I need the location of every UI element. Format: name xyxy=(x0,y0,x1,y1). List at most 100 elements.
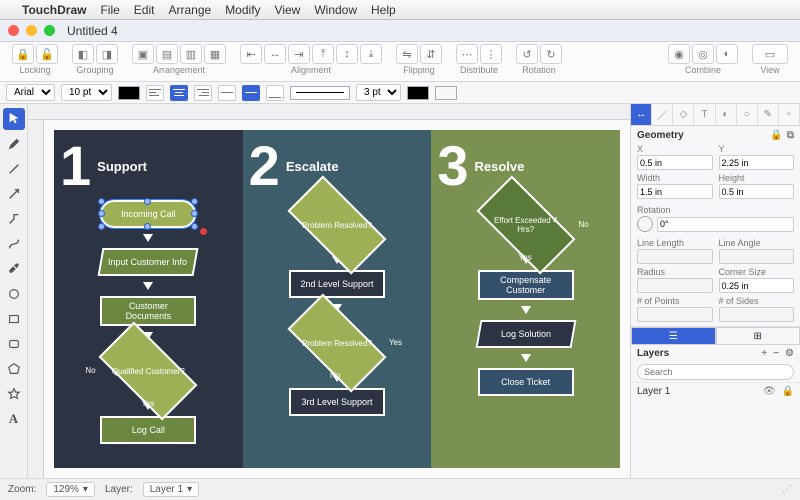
line-style-select[interactable] xyxy=(290,86,350,100)
node-effort[interactable]: Effort Exceeded 4 Hrs? No Yes xyxy=(481,200,571,250)
line-angle-field[interactable] xyxy=(719,249,795,264)
tab-fill-icon[interactable]: ◇ xyxy=(673,104,694,125)
send-back-button[interactable]: ▦ xyxy=(204,44,226,64)
flow-column-resolve[interactable]: 3Resolve Effort Exceeded 4 Hrs? No Yes C… xyxy=(431,130,620,468)
intersect-button[interactable]: ◐ xyxy=(716,44,738,64)
align-middle-v-button[interactable]: ↕ xyxy=(336,44,358,64)
node-close-ticket[interactable]: Close Ticket xyxy=(478,368,574,396)
rotate-ccw-button[interactable]: ↺ xyxy=(516,44,538,64)
minimize-button[interactable] xyxy=(26,25,37,36)
align-bottom-button[interactable]: ⤓ xyxy=(360,44,382,64)
tab-geometry-icon[interactable]: ↔ xyxy=(631,104,652,125)
text-tool[interactable]: A xyxy=(3,408,25,430)
flow-column-escalate[interactable]: 2Escalate Problem Resolved? 2nd Level Su… xyxy=(243,130,432,468)
align-right-button[interactable]: ⇥ xyxy=(288,44,310,64)
node-incoming-call[interactable]: Incoming Call xyxy=(100,200,196,228)
line-length-field[interactable] xyxy=(637,249,713,264)
rotate-cw-button[interactable]: ↻ xyxy=(540,44,562,64)
sides-field[interactable] xyxy=(719,307,795,322)
zoom-select[interactable]: 129%▾ xyxy=(46,482,95,497)
brush-tool[interactable] xyxy=(3,258,25,280)
x-field[interactable] xyxy=(637,155,713,170)
layer-options-button[interactable]: ⚙ xyxy=(785,348,794,359)
visibility-icon[interactable]: 👁 xyxy=(763,386,776,397)
resize-grip-icon[interactable]: ⋰ xyxy=(782,484,792,495)
align-center-h-button[interactable]: ↔ xyxy=(264,44,286,64)
menu-modify[interactable]: Modify xyxy=(225,3,260,17)
send-backward-button[interactable]: ▥ xyxy=(180,44,202,64)
tab-layers-icon[interactable]: ☰ xyxy=(631,327,716,345)
ellipse-tool[interactable] xyxy=(3,283,25,305)
y-field[interactable] xyxy=(719,155,795,170)
curve-tool[interactable] xyxy=(3,233,25,255)
rotation-field[interactable] xyxy=(657,217,794,232)
font-size-select[interactable]: 10 pt xyxy=(61,84,112,101)
align-left-button[interactable]: ⇤ xyxy=(240,44,262,64)
lock-icon[interactable]: 🔒 xyxy=(782,386,794,397)
stroke-color-swatch[interactable] xyxy=(407,86,429,100)
layer-select[interactable]: Layer 1▾ xyxy=(143,482,199,497)
node-log-call[interactable]: Log Call xyxy=(100,416,196,444)
subtract-button[interactable]: ◎ xyxy=(692,44,714,64)
fill-color-swatch[interactable] xyxy=(435,86,457,100)
align-text-right-button[interactable] xyxy=(194,85,212,101)
corner-field[interactable] xyxy=(719,278,795,293)
text-color-swatch[interactable] xyxy=(118,86,140,100)
zoom-button[interactable] xyxy=(44,25,55,36)
menu-help[interactable]: Help xyxy=(371,3,396,17)
width-field[interactable] xyxy=(637,184,713,199)
unlock-button[interactable]: 🔓 xyxy=(36,44,58,64)
bring-forward-button[interactable]: ▤ xyxy=(156,44,178,64)
flip-h-button[interactable]: ⇋ xyxy=(396,44,418,64)
distribute-v-button[interactable]: ⋮ xyxy=(480,44,502,64)
pen-tool[interactable] xyxy=(3,133,25,155)
tab-stroke-icon[interactable]: ／ xyxy=(652,104,673,125)
rotation-dial[interactable] xyxy=(637,216,653,232)
node-compensate[interactable]: Compensate Customer xyxy=(478,270,574,300)
align-text-center-button[interactable] xyxy=(170,85,188,101)
node-2nd-level[interactable]: 2nd Level Support xyxy=(289,270,385,298)
menu-file[interactable]: File xyxy=(100,3,119,17)
valign-bottom-button[interactable] xyxy=(266,85,284,101)
stroke-width-select[interactable]: 3 pt xyxy=(356,84,401,101)
group-button[interactable]: ◧ xyxy=(72,44,94,64)
canvas[interactable]: 1Support Incoming Call Input Customer In… xyxy=(44,120,630,478)
distribute-h-button[interactable]: ⋯ xyxy=(456,44,478,64)
node-resolved-1[interactable]: Problem Resolved? xyxy=(292,200,382,250)
arrow-tool[interactable] xyxy=(3,183,25,205)
node-resolved-2[interactable]: Problem Resolved? Yes No xyxy=(292,318,382,368)
tab-library-icon[interactable]: ⊞ xyxy=(716,327,800,345)
app-menu[interactable]: TouchDraw xyxy=(22,3,86,17)
align-text-left-button[interactable] xyxy=(146,85,164,101)
ungroup-button[interactable]: ◨ xyxy=(96,44,118,64)
star-tool[interactable] xyxy=(3,383,25,405)
line-tool[interactable] xyxy=(3,158,25,180)
union-button[interactable]: ◉ xyxy=(668,44,690,64)
connector-tool[interactable] xyxy=(3,208,25,230)
node-qualified[interactable]: Qualified Customer? No Yes xyxy=(103,346,193,396)
menu-arrange[interactable]: Arrange xyxy=(168,3,211,17)
font-family-select[interactable]: Arial xyxy=(6,84,55,101)
layer-search-input[interactable] xyxy=(637,364,794,380)
tab-info-icon[interactable]: ▫ xyxy=(779,104,800,125)
lock-icon[interactable]: 🔒 xyxy=(770,130,782,141)
tab-shadow-icon[interactable]: ◐ xyxy=(716,104,737,125)
bring-front-button[interactable]: ▣ xyxy=(132,44,154,64)
menu-window[interactable]: Window xyxy=(314,3,357,17)
tab-text-icon[interactable]: T xyxy=(694,104,715,125)
node-customer-docs[interactable]: Customer Documents xyxy=(100,296,196,326)
menu-edit[interactable]: Edit xyxy=(134,3,155,17)
points-field[interactable] xyxy=(637,307,713,322)
node-input-info[interactable]: Input Customer Info xyxy=(98,248,199,276)
height-field[interactable] xyxy=(719,184,795,199)
rect-tool[interactable] xyxy=(3,308,25,330)
node-log-solution[interactable]: Log Solution xyxy=(475,320,576,348)
select-tool[interactable] xyxy=(3,108,25,130)
tab-shape-icon[interactable]: ○ xyxy=(737,104,758,125)
add-layer-button[interactable]: + xyxy=(761,348,767,359)
close-button[interactable] xyxy=(8,25,19,36)
valign-top-button[interactable] xyxy=(218,85,236,101)
tab-edit-icon[interactable]: ✎ xyxy=(758,104,779,125)
align-top-button[interactable]: ⤒ xyxy=(312,44,334,64)
radius-field[interactable] xyxy=(637,278,713,293)
